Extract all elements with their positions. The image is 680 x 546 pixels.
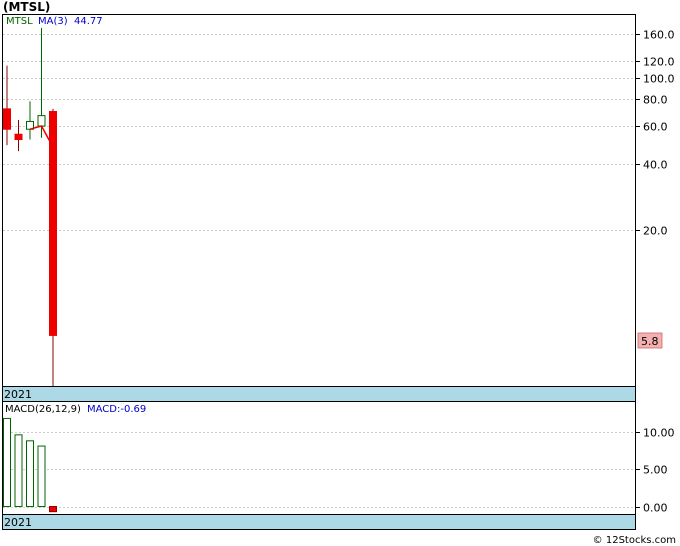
year-band-macd [2, 514, 636, 530]
year-label-macd: 2021 [4, 516, 32, 529]
price-panel-frame [2, 14, 636, 387]
macd-tick-label: 0.00 [643, 502, 668, 515]
price-tick-label: 60.0 [643, 121, 668, 134]
price-tick-label: 80.0 [643, 94, 668, 107]
macd-tick-label: 5.00 [643, 464, 668, 477]
macd-axis-labels: 10.00 5.00 0.00 [635, 427, 675, 515]
candlestick-series [3, 27, 57, 386]
price-tick-label: 20.0 [643, 225, 668, 238]
macd-value-label: MACD:-0.69 [87, 404, 146, 415]
chart-canvas: 160.0 120.0 100.0 80.0 60.0 40.0 20.0 MTSL MA(… [2, 14, 675, 530]
macd-bar [3, 417, 11, 508]
candle-body [37, 115, 46, 127]
candle-body [49, 111, 57, 336]
legend-symbol: MTSL [6, 16, 33, 27]
year-label-price: 2021 [4, 388, 32, 401]
price-tick-label: 40.0 [643, 159, 668, 172]
macd-label: MACD(26,12,9) [5, 404, 81, 415]
price-tick-label: 120.0 [643, 56, 675, 69]
legend-ma-value: 44.77 [74, 16, 103, 27]
price-gridlines [3, 34, 635, 231]
price-axis-labels: 160.0 120.0 100.0 80.0 60.0 40.0 20.0 [635, 29, 675, 238]
candle-body [3, 108, 11, 130]
year-band-price [2, 386, 636, 402]
macd-gridlines [3, 432, 635, 508]
last-price-label: 5.8 [641, 335, 659, 348]
price-tick-label: 100.0 [643, 73, 675, 86]
macd-panel-frame [2, 401, 636, 515]
price-tick-label: 160.0 [643, 29, 675, 42]
candle-body [14, 133, 23, 141]
macd-bar [37, 445, 46, 508]
macd-tick-label: 10.00 [643, 427, 675, 440]
macd-bar [49, 506, 57, 513]
credit-text: © 12Stocks.com [592, 535, 676, 546]
legend-ma-label: MA(3) [38, 16, 68, 27]
macd-bar [26, 440, 34, 508]
macd-bar [14, 434, 23, 508]
